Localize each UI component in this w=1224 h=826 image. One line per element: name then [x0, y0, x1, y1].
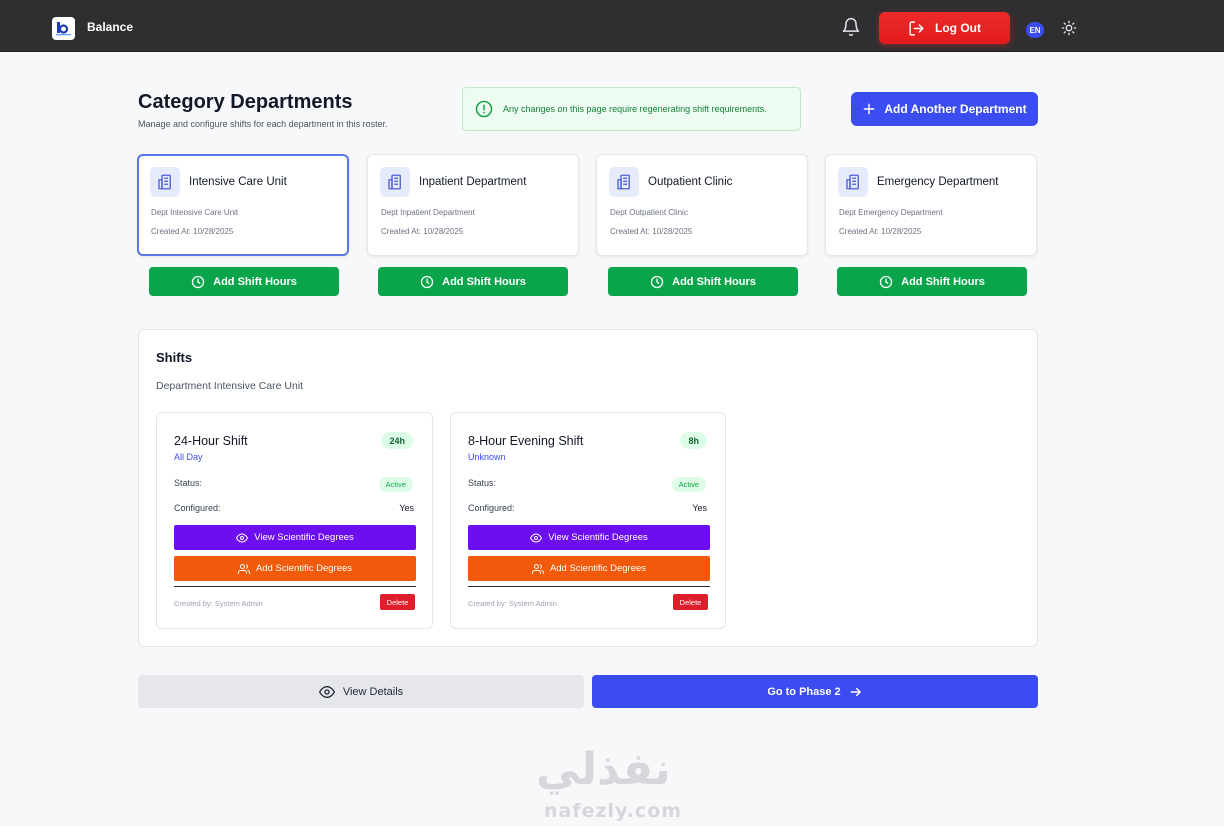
configured-value: Yes [399, 503, 414, 513]
shift-hours-badge: 8h [680, 432, 707, 449]
page-subtitle: Manage and configure shifts for each dep… [138, 119, 388, 129]
shift-hours-badge: 24h [381, 432, 413, 449]
arrow-right-icon [850, 687, 861, 696]
logout-label: Log Out [935, 21, 981, 35]
delete-shift-button[interactable]: Delete [380, 594, 415, 610]
add-shift-hours-button[interactable]: Add Shift Hours [378, 267, 568, 296]
eye-icon [318, 685, 335, 698]
clock-icon [420, 275, 434, 288]
shifts-panel: Shifts Department Intensive Care Unit 24… [138, 329, 1038, 647]
info-notice: Any changes on this page require regener… [462, 87, 801, 131]
configured-label: Configured: [468, 503, 515, 513]
add-shift-hours-button[interactable]: Add Shift Hours [608, 267, 798, 296]
view-degrees-label: View Scientific Degrees [254, 532, 354, 543]
configured-label: Configured: [174, 503, 221, 513]
department-description: Dept Inpatient Department [381, 208, 475, 217]
building-icon [380, 167, 410, 197]
add-shift-hours-label: Add Shift Hours [213, 275, 297, 288]
status-label: Status: [468, 478, 497, 488]
shift-name: 8-Hour Evening Shift [468, 434, 584, 448]
view-details-button[interactable]: View Details [138, 675, 584, 708]
users-icon [237, 563, 250, 574]
department-card-icu[interactable]: Intensive Care Unit Dept Intensive Care … [137, 154, 349, 256]
add-scientific-degrees-button[interactable]: Add Scientific Degrees [174, 556, 416, 581]
department-created-date: Created At: 10/28/2025 [381, 227, 464, 236]
add-degrees-label: Add Scientific Degrees [255, 563, 353, 574]
shift-period: Unknown [468, 452, 506, 462]
bell-icon[interactable] [841, 17, 861, 37]
shift-period: All Day [174, 452, 203, 462]
department-description: Dept Outpatient Clinic [610, 208, 688, 217]
department-name: Inpatient Department [419, 176, 527, 188]
add-degrees-label: Add Scientific Degrees [549, 563, 647, 574]
add-scientific-degrees-button[interactable]: Add Scientific Degrees [468, 556, 710, 581]
department-name: Intensive Care Unit [189, 176, 287, 188]
divider [174, 586, 416, 587]
plus-icon [864, 103, 875, 115]
logo-icon [56, 22, 71, 36]
shift-name: 24-Hour Shift [174, 434, 248, 448]
department-card-inpatient[interactable]: Inpatient Department Dept Inpatient Depa… [367, 154, 579, 256]
app-title: Balance [87, 20, 134, 34]
building-icon [609, 167, 639, 197]
department-card-emergency[interactable]: Emergency Department Dept Emergency Depa… [825, 154, 1037, 256]
go-to-phase-2-button[interactable]: Go to Phase 2 [592, 675, 1038, 708]
add-shift-hours-button[interactable]: Add Shift Hours [149, 267, 339, 296]
clock-icon [879, 275, 893, 288]
status-badge: Active [671, 477, 706, 492]
department-card-outpatient[interactable]: Outpatient Clinic Dept Outpatient Clinic… [596, 154, 808, 256]
department-created-date: Created At: 10/28/2025 [839, 227, 922, 236]
department-description: Dept Intensive Care Unit [151, 208, 239, 217]
eye-icon [530, 532, 543, 543]
add-shift-hours-label: Add Shift Hours [442, 275, 526, 288]
view-degrees-label: View Scientific Degrees [548, 532, 648, 543]
phase2-label: Go to Phase 2 [767, 685, 841, 698]
alert-circle-icon [475, 100, 493, 118]
users-icon [531, 563, 544, 574]
clock-icon [650, 275, 664, 288]
watermark-arabic: نفذلي [536, 744, 671, 795]
add-department-label: Add Another Department [884, 102, 1027, 116]
building-icon [838, 167, 868, 197]
language-switcher[interactable]: EN [1026, 22, 1044, 38]
logout-icon [909, 20, 924, 36]
watermark-latin: nafezly.com [544, 800, 683, 822]
department-name: Emergency Department [877, 176, 999, 188]
status-label: Status: [174, 478, 203, 488]
department-created-date: Created At: 10/28/2025 [151, 227, 234, 236]
department-description: Dept Emergency Department [839, 208, 943, 217]
status-badge: Active [378, 477, 413, 492]
add-shift-hours-label: Add Shift Hours [901, 275, 985, 288]
shift-card: 8-Hour Evening Shift Unknown 8h Status: … [450, 412, 726, 629]
view-scientific-degrees-button[interactable]: View Scientific Degrees [468, 525, 710, 550]
department-created-date: Created At: 10/28/2025 [610, 227, 693, 236]
building-icon [150, 167, 180, 197]
add-department-button[interactable]: Add Another Department [851, 92, 1038, 126]
department-name: Outpatient Clinic [648, 176, 733, 188]
shifts-department-label: Department Intensive Care Unit [156, 380, 304, 392]
configured-value: Yes [692, 503, 707, 513]
eye-icon [236, 532, 249, 543]
created-by: Created by: System Admin [174, 599, 263, 608]
clock-icon [191, 275, 205, 288]
add-shift-hours-button[interactable]: Add Shift Hours [837, 267, 1027, 296]
notice-text: Any changes on this page require regener… [503, 104, 767, 114]
top-navbar: Balance Log Out EN [0, 0, 1224, 52]
shift-card: 24-Hour Shift All Day 24h Status: Active… [156, 412, 433, 629]
divider [468, 586, 710, 587]
app-logo[interactable] [52, 17, 75, 40]
sun-icon[interactable] [1061, 20, 1077, 36]
page-title: Category Departments [138, 91, 353, 113]
created-by: Created by: System Admin [468, 599, 557, 608]
view-scientific-degrees-button[interactable]: View Scientific Degrees [174, 525, 416, 550]
shifts-title: Shifts [156, 350, 193, 365]
add-shift-hours-label: Add Shift Hours [672, 275, 756, 288]
delete-shift-button[interactable]: Delete [673, 594, 708, 610]
view-details-label: View Details [342, 685, 404, 698]
logout-button[interactable]: Log Out [879, 12, 1010, 44]
